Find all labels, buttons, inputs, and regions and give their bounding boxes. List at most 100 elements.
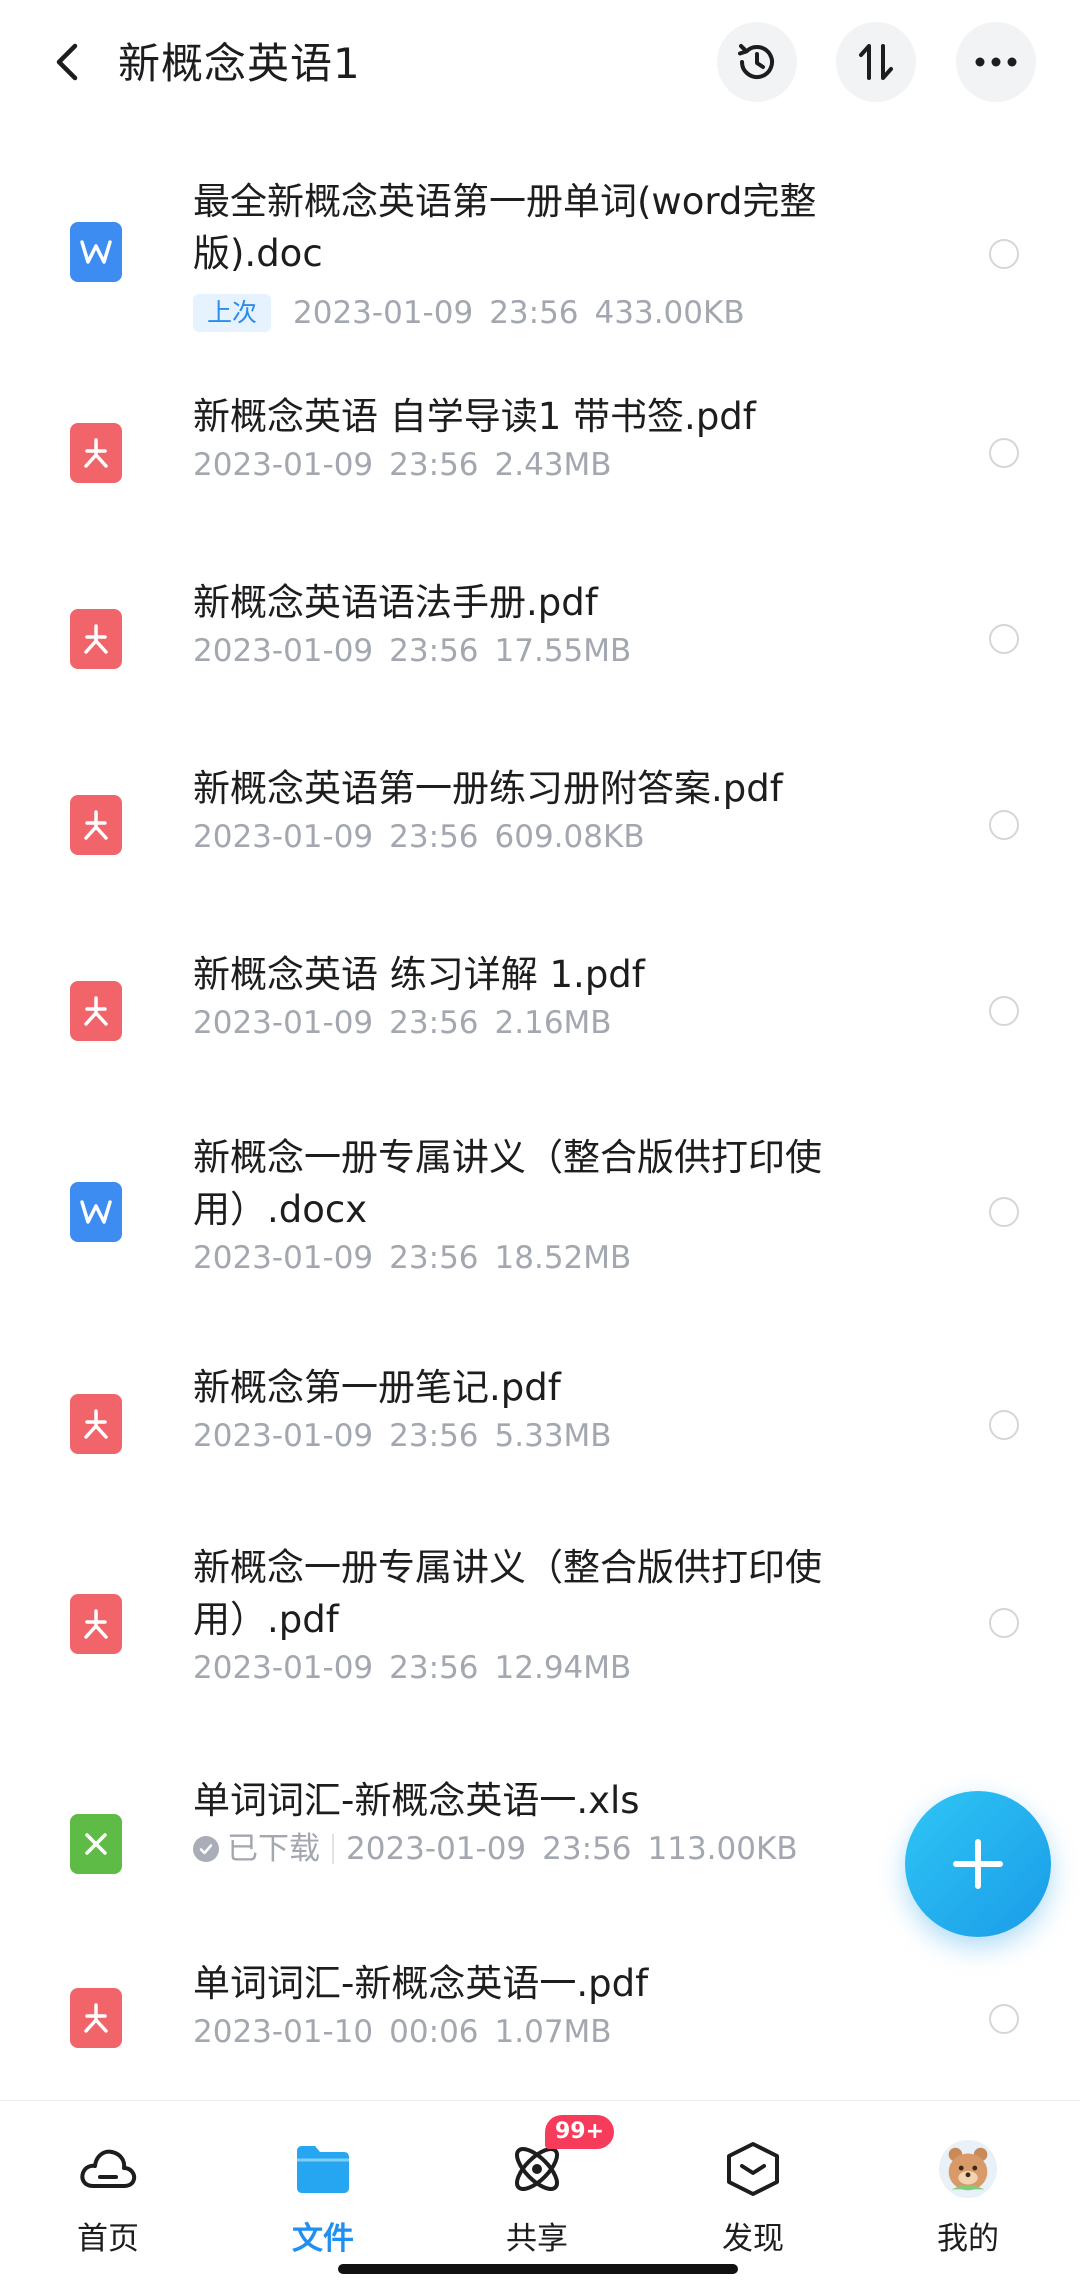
- file-size: 18.52MB: [494, 1240, 632, 1276]
- word-file-icon: [70, 1182, 122, 1242]
- select-radio[interactable]: [989, 810, 1019, 840]
- file-time: 23:56: [389, 1418, 479, 1454]
- file-date: 2023-01-09: [193, 1418, 374, 1454]
- file-time: 23:56: [389, 1240, 479, 1276]
- pdf-file-icon: [70, 609, 122, 669]
- cloud-icon: [78, 2139, 138, 2199]
- select-radio[interactable]: [989, 1197, 1019, 1227]
- file-row[interactable]: 新概念第一册笔记.pdf 2023-01-09 23:56 5.33MB: [0, 1332, 1080, 1502]
- word-file-icon: [70, 222, 122, 282]
- back-button[interactable]: [40, 34, 96, 90]
- file-meta: 2023-01-09 23:56 2.16MB: [193, 1003, 612, 1043]
- meta-divider: [332, 1834, 334, 1864]
- plus-icon: [953, 1839, 1003, 1889]
- file-name: 最全新概念英语第一册单词(word完整版).doc: [193, 180, 817, 275]
- file-size: 1.07MB: [494, 2014, 612, 2050]
- file-time: 23:56: [389, 633, 479, 669]
- file-row[interactable]: 新概念英语 练习详解 1.pdf 2023-01-09 23:56 2.16MB: [0, 906, 1080, 1092]
- last-opened-tag: 上次: [193, 294, 272, 332]
- discover-cube-icon: [723, 2139, 783, 2199]
- sort-button[interactable]: [836, 22, 916, 102]
- select-radio[interactable]: [989, 1410, 1019, 1440]
- file-date: 2023-01-09: [293, 295, 474, 331]
- page-title: 新概念英语1: [118, 39, 361, 88]
- more-icon: [975, 57, 1017, 67]
- file-meta: 2023-01-09 23:56 18.52MB: [193, 1238, 631, 1278]
- select-radio[interactable]: [989, 2004, 1019, 2034]
- file-name: 新概念英语语法手册.pdf: [193, 581, 598, 624]
- file-size: 113.00KB: [647, 1831, 798, 1867]
- file-meta: 2023-01-10 00:06 1.07MB: [193, 2012, 612, 2052]
- file-meta: 2023-01-09 23:56 17.55MB: [193, 631, 631, 671]
- file-time: 23:56: [389, 819, 479, 855]
- file-row[interactable]: 新概念英语 自学导读1 带书签.pdf 2023-01-09 23:56 2.4…: [0, 348, 1080, 534]
- excel-file-icon: [70, 1814, 122, 1874]
- file-time: 00:06: [389, 2014, 479, 2050]
- select-radio[interactable]: [989, 996, 1019, 1026]
- downloaded-label: 已下载: [227, 1831, 320, 1867]
- history-icon: [738, 44, 774, 79]
- file-date: 2023-01-09: [193, 633, 374, 669]
- file-meta: 2023-01-09 23:56 5.33MB: [193, 1416, 612, 1456]
- file-name: 新概念一册专属讲义（整合版供打印使用）.pdf: [193, 1546, 822, 1641]
- file-time: 23:56: [389, 1650, 479, 1686]
- file-row[interactable]: 新概念一册专属讲义（整合版供打印使用）.docx 2023-01-09 23:5…: [0, 1092, 1080, 1332]
- select-radio[interactable]: [989, 624, 1019, 654]
- folder-icon: [293, 2139, 353, 2199]
- home-indicator: [338, 2264, 738, 2274]
- file-date: 2023-01-09: [193, 1005, 374, 1041]
- nav-label: 我的: [937, 2221, 999, 2257]
- file-row[interactable]: 单词词汇-新概念英语一.pdf 2023-01-10 00:06 1.07MB: [0, 1928, 1080, 2114]
- select-radio[interactable]: [989, 438, 1019, 468]
- file-name: 新概念英语第一册练习册附答案.pdf: [193, 767, 783, 810]
- file-size: 5.33MB: [494, 1418, 612, 1454]
- file-date: 2023-01-09: [346, 1831, 527, 1867]
- file-time: 23:56: [389, 1005, 479, 1041]
- nav-label: 首页: [77, 2221, 139, 2257]
- sort-icon: [859, 44, 893, 80]
- top-bar: 新概念英语1: [0, 0, 1080, 130]
- file-time: 23:56: [542, 1831, 632, 1867]
- file-meta: 2023-01-09 23:56 609.08KB: [193, 817, 645, 857]
- file-name: 新概念一册专属讲义（整合版供打印使用）.docx: [193, 1136, 822, 1231]
- file-name: 新概念英语 练习详解 1.pdf: [193, 953, 645, 996]
- nav-label: 共享: [506, 2221, 568, 2257]
- file-size: 17.55MB: [494, 633, 632, 669]
- file-row[interactable]: 新概念一册专属讲义（整合版供打印使用）.pdf 2023-01-09 23:56…: [0, 1502, 1080, 1742]
- back-icon: [56, 43, 78, 81]
- file-date: 2023-01-10: [193, 2014, 374, 2050]
- avatar-icon: [938, 2139, 998, 2199]
- file-date: 2023-01-09: [193, 819, 374, 855]
- select-radio[interactable]: [989, 1608, 1019, 1638]
- nav-home[interactable]: 首页: [18, 2101, 198, 2293]
- file-row[interactable]: 新概念英语语法手册.pdf 2023-01-09 23:56 17.55MB: [0, 534, 1080, 720]
- file-size: 12.94MB: [494, 1650, 632, 1686]
- file-size: 609.08KB: [494, 819, 645, 855]
- file-date: 2023-01-09: [193, 1650, 374, 1686]
- file-meta: 已下载 2023-01-09 23:56 113.00KB: [193, 1829, 798, 1869]
- select-radio[interactable]: [989, 239, 1019, 269]
- pdf-file-icon: [70, 981, 122, 1041]
- pdf-file-icon: [70, 795, 122, 855]
- file-name: 单词词汇-新概念英语一.xls: [193, 1779, 640, 1822]
- nav-label: 文件: [292, 2221, 354, 2257]
- file-time: 23:56: [489, 295, 579, 331]
- add-button[interactable]: [905, 1791, 1051, 1937]
- file-name: 新概念英语 自学导读1 带书签.pdf: [193, 395, 756, 438]
- file-row[interactable]: 新概念英语第一册练习册附答案.pdf 2023-01-09 23:56 609.…: [0, 720, 1080, 906]
- pdf-file-icon: [70, 1394, 122, 1454]
- nav-me[interactable]: 我的: [878, 2101, 1058, 2293]
- history-button[interactable]: [717, 22, 797, 102]
- file-size: 433.00KB: [594, 295, 745, 331]
- file-size: 2.43MB: [494, 447, 612, 483]
- file-size: 2.16MB: [494, 1005, 612, 1041]
- file-name: 新概念第一册笔记.pdf: [193, 1366, 561, 1409]
- file-meta: 2023-01-09 23:56 2.43MB: [193, 445, 612, 485]
- pdf-file-icon: [70, 423, 122, 483]
- downloaded-status: 已下载: [193, 1829, 320, 1869]
- pdf-file-icon: [70, 1594, 122, 1654]
- more-button[interactable]: [956, 22, 1036, 102]
- share-badge: 99+: [545, 2115, 615, 2149]
- file-meta: 2023-01-09 23:56 12.94MB: [193, 1648, 631, 1688]
- file-row[interactable]: 最全新概念英语第一册单词(word完整版).doc 上次 2023-01-09 …: [0, 148, 1080, 348]
